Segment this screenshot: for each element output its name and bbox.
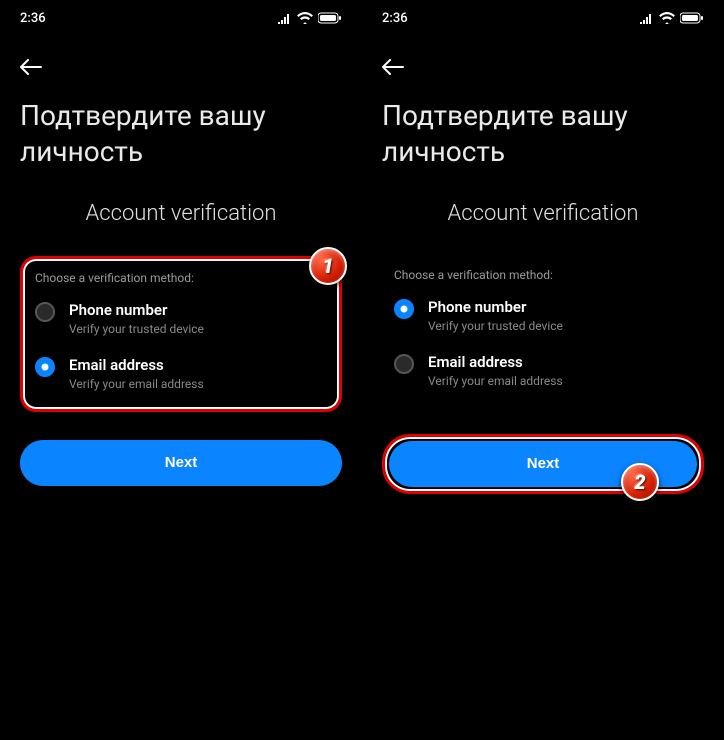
- wifi-icon: [297, 12, 313, 24]
- status-icons: [278, 12, 342, 24]
- status-time: 2:36: [382, 11, 408, 26]
- next-button-wrap: Next 2: [382, 434, 704, 494]
- phone-screen-right: 2:36 Подтвердите вашу личность Account v…: [362, 0, 724, 740]
- status-bar: 2:36: [0, 0, 362, 36]
- option-phone-number[interactable]: Phone number Verify your trusted device: [35, 301, 327, 336]
- page-subtitle: Account verification: [0, 201, 362, 226]
- signal-icon: [640, 12, 654, 24]
- verification-method-panel: 1 Choose a verification method: Phone nu…: [20, 256, 342, 412]
- option-text: Email address Verify your email address: [69, 356, 327, 391]
- page-title: Подтвердите вашу личность: [362, 90, 724, 201]
- radio-selected-icon: [35, 357, 55, 377]
- status-bar: 2:36: [362, 0, 724, 36]
- method-label: Choose a verification method:: [394, 268, 692, 282]
- option-phone-number[interactable]: Phone number Verify your trusted device: [394, 298, 692, 333]
- verification-method-panel: Choose a verification method: Phone numb…: [382, 256, 704, 406]
- option-title: Email address: [69, 356, 327, 374]
- option-desc: Verify your trusted device: [428, 319, 692, 333]
- screenshot-container: 2:36 Подтвердите вашу личность Account v…: [0, 0, 724, 740]
- status-icons: [640, 12, 704, 24]
- radio-unselected-icon: [394, 354, 414, 374]
- option-email-address[interactable]: Email address Verify your email address: [35, 356, 327, 391]
- annotation-badge-1: 1: [309, 247, 347, 285]
- annotation-badge-2: 2: [621, 463, 659, 501]
- option-desc: Verify your email address: [428, 374, 692, 388]
- option-desc: Verify your trusted device: [69, 322, 327, 336]
- option-desc: Verify your email address: [69, 377, 327, 391]
- back-button[interactable]: [0, 36, 362, 90]
- option-text: Email address Verify your email address: [428, 353, 692, 388]
- back-button[interactable]: [362, 36, 724, 90]
- next-button-wrap: Next: [20, 440, 342, 486]
- option-title: Email address: [428, 353, 692, 371]
- page-subtitle: Account verification: [362, 201, 724, 226]
- option-text: Phone number Verify your trusted device: [69, 301, 327, 336]
- radio-unselected-icon: [35, 302, 55, 322]
- phone-screen-left: 2:36 Подтвердите вашу личность Account v…: [0, 0, 362, 740]
- option-text: Phone number Verify your trusted device: [428, 298, 692, 333]
- radio-selected-icon: [394, 299, 414, 319]
- option-title: Phone number: [428, 298, 692, 316]
- method-label: Choose a verification method:: [35, 271, 327, 285]
- option-title: Phone number: [69, 301, 327, 319]
- option-email-address[interactable]: Email address Verify your email address: [394, 353, 692, 388]
- page-title: Подтвердите вашу личность: [0, 90, 362, 201]
- battery-icon: [680, 12, 704, 24]
- battery-icon: [318, 12, 342, 24]
- status-time: 2:36: [20, 11, 46, 26]
- next-button[interactable]: Next: [20, 440, 342, 486]
- wifi-icon: [659, 12, 675, 24]
- signal-icon: [278, 12, 292, 24]
